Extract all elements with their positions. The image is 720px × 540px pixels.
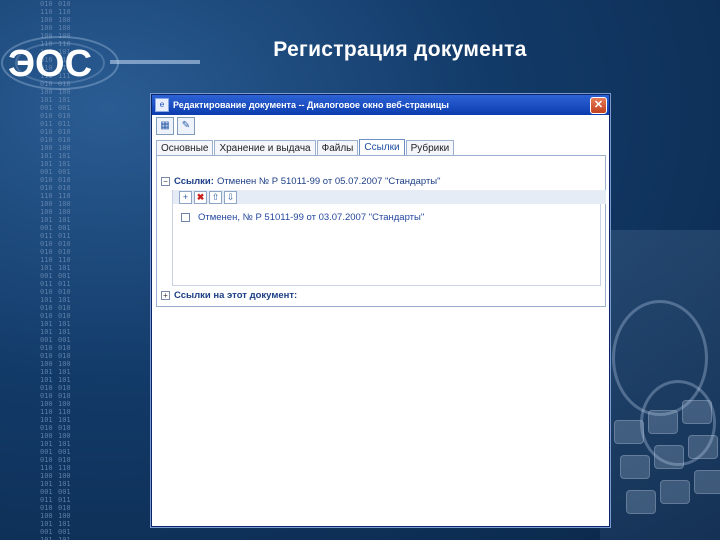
slide-title: Регистрация документа [273, 38, 527, 61]
refs-section-value: Отменен № Р 51011-99 от 05.07.2007 "Стан… [216, 176, 441, 187]
window-titlebar[interactable]: e Редактирование документа -- Диалоговое… [152, 95, 609, 115]
logo-text: ЭОС [8, 43, 92, 85]
add-link-icon[interactable]: + [179, 190, 192, 204]
app-icon: e [155, 98, 169, 112]
delete-icon[interactable]: ✖ [194, 190, 207, 204]
main-toolbar: ▦ ✎ [152, 115, 609, 139]
back-refs-section-header: + Ссылки на этот документ: [161, 290, 300, 301]
refs-toolbar: + ✖ ⇧ ⇩ [173, 190, 606, 204]
list-item[interactable]: Отменен, № Р 51011-99 от 03.07.2007 "Ста… [181, 212, 424, 223]
glasses-decoration [640, 380, 716, 466]
refs-section-header: − Ссылки: Отменен № Р 51011-99 от 05.07.… [161, 176, 441, 187]
ref-checkbox[interactable] [181, 213, 190, 222]
properties-icon[interactable]: ✎ [177, 117, 195, 135]
save-icon[interactable]: ▦ [156, 117, 174, 135]
arrow-up-icon[interactable]: ⇧ [209, 190, 222, 204]
close-button[interactable]: ✕ [590, 96, 607, 114]
back-refs-label: Ссылки на этот документ: [174, 290, 298, 301]
arrow-down-icon[interactable]: ⇩ [224, 190, 237, 204]
expand-toggle[interactable]: + [161, 291, 170, 300]
links-panel: − Ссылки: Отменен № Р 51011-99 от 05.07.… [156, 155, 606, 307]
dialog-window: e Редактирование документа -- Диалоговое… [151, 94, 610, 527]
ref-item-text: Отменен, № Р 51011-99 от 03.07.2007 "Ста… [198, 212, 425, 223]
refs-section-label: Ссылки: [174, 176, 214, 187]
refs-list: + ✖ ⇧ ⇩ Отменен, № Р 51011-99 от 03.07.2… [172, 190, 606, 286]
collapse-toggle[interactable]: − [161, 177, 170, 186]
window-title: Редактирование документа -- Диалоговое о… [173, 100, 449, 110]
